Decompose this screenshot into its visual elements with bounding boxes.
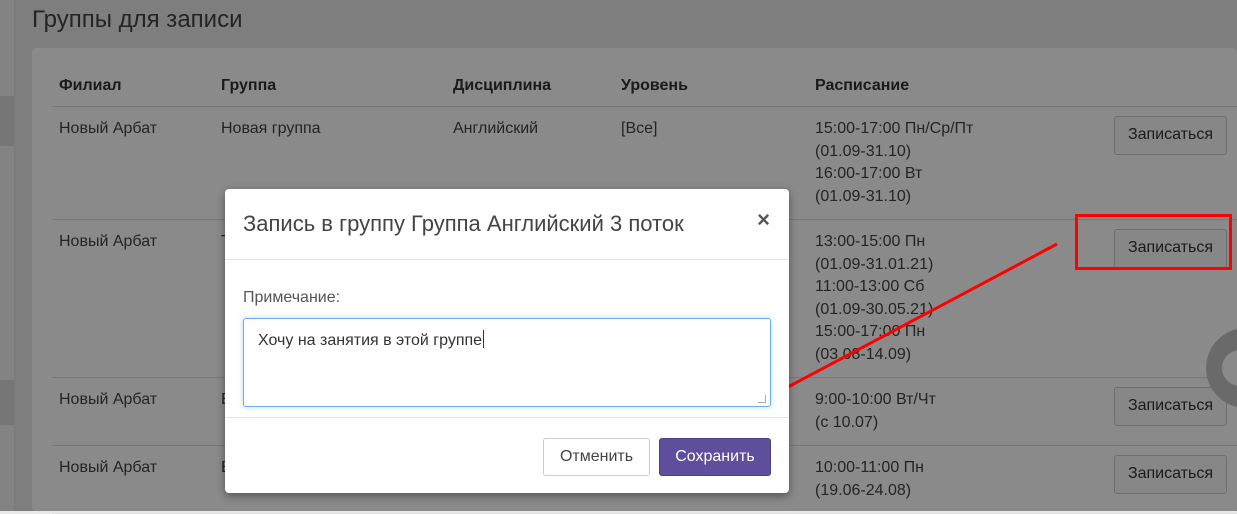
enroll-modal: Запись в группу Группа Английский 3 пото… bbox=[225, 189, 789, 493]
save-button[interactable]: Сохранить bbox=[659, 438, 771, 476]
note-label: Примечание: bbox=[243, 289, 341, 306]
cancel-button[interactable]: Отменить bbox=[543, 438, 650, 476]
note-textarea[interactable]: Хочу на занятия в этой группе bbox=[243, 318, 771, 407]
modal-body: Примечание: Хочу на занятия в этой групп… bbox=[225, 260, 789, 418]
close-icon[interactable]: × bbox=[757, 209, 770, 231]
modal-header: Запись в группу Группа Английский 3 пото… bbox=[225, 189, 789, 260]
modal-title: Запись в группу Группа Английский 3 пото… bbox=[243, 211, 684, 236]
text-caret bbox=[483, 330, 485, 348]
arrow-line bbox=[755, 242, 1058, 406]
resize-handle-icon[interactable] bbox=[758, 395, 766, 403]
note-text: Хочу на занятия в этой группе bbox=[258, 332, 483, 349]
modal-footer: Отменить Сохранить bbox=[225, 418, 789, 494]
